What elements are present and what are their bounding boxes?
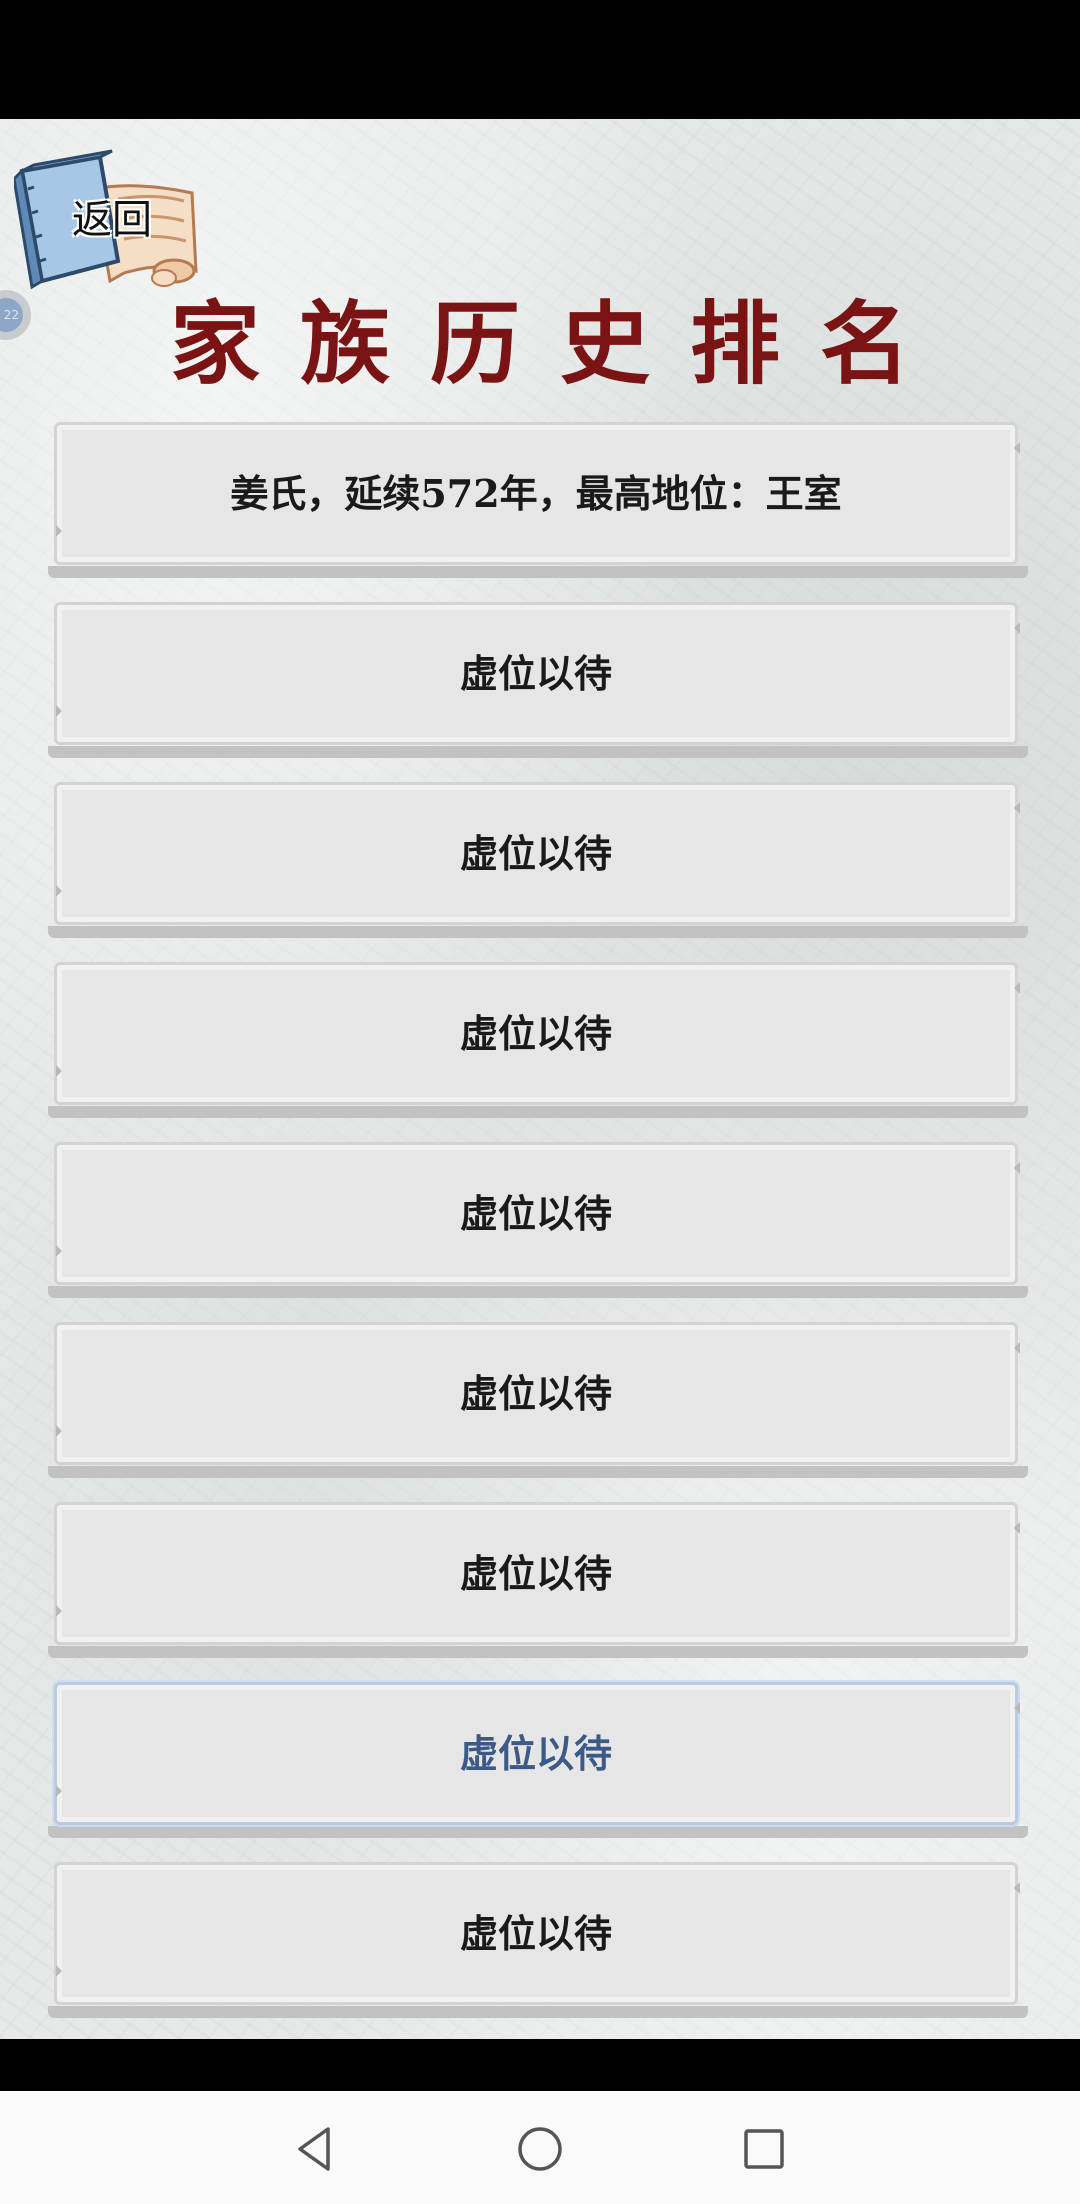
- back-label: 返回: [72, 197, 152, 243]
- ranking-item-base: [48, 1466, 1028, 1478]
- nav-home-button[interactable]: [512, 2121, 568, 2177]
- ranking-item-label: 虚位以待: [459, 1911, 612, 1956]
- nav-back-button[interactable]: [288, 2121, 344, 2177]
- ranking-item-base: [48, 1826, 1028, 1838]
- ranking-item[interactable]: 姜氏，延续572年，最高地位：王室: [48, 422, 1028, 582]
- nav-recent-button[interactable]: [736, 2121, 792, 2177]
- ranking-item-base: [48, 746, 1028, 758]
- ranking-item-label: 虚位以待: [459, 1371, 612, 1416]
- status-bar: [0, 0, 1080, 119]
- game-area: 返回 22 家族历史排名 姜氏，延续572年，最高地位：王室 虚位以待 虚位以待 虚位…: [0, 119, 1080, 2039]
- ranking-item-base: [48, 1106, 1028, 1118]
- ranking-item[interactable]: 虚位以待: [48, 1862, 1028, 2022]
- ranking-item-base: [48, 1286, 1028, 1298]
- ranking-item-label: 虚位以待: [459, 1551, 612, 1596]
- square-recent-icon: [744, 2129, 784, 2169]
- ranking-item-label: 虚位以待: [459, 1011, 612, 1056]
- page-title: 家族历史排名: [170, 291, 950, 397]
- ranking-item-base: [48, 2006, 1028, 2018]
- navigation-bar: [0, 2091, 1080, 2204]
- ranking-item-label: 虚位以待: [459, 831, 612, 876]
- back-button[interactable]: 返回: [14, 141, 204, 291]
- ranking-list: 姜氏，延续572年，最高地位：王室 虚位以待 虚位以待 虚位以待 虚位以待 虚位以待 虚位以…: [48, 422, 1028, 2039]
- ranking-item[interactable]: 虚位以待: [48, 1322, 1028, 1482]
- ranking-item-base: [48, 926, 1028, 938]
- ranking-item[interactable]: 虚位以待: [48, 1502, 1028, 1662]
- ranking-item-base: [48, 1646, 1028, 1658]
- triangle-back-icon: [298, 2127, 330, 2171]
- ranking-item-label: 虚位以待: [459, 1191, 612, 1236]
- ranking-item-label: 姜氏，延续572年，最高地位：王室: [230, 471, 842, 516]
- ranking-item[interactable]: 虚位以待: [48, 1142, 1028, 1302]
- ranking-item[interactable]: 虚位以待: [48, 782, 1028, 942]
- bottom-black-band: [0, 2039, 1080, 2091]
- ranking-item-base: [48, 566, 1028, 578]
- circle-home-icon: [518, 2127, 562, 2171]
- ranking-item[interactable]: 虚位以待: [48, 1682, 1028, 1842]
- ranking-item[interactable]: 虚位以待: [48, 602, 1028, 762]
- ranking-item-label: 虚位以待: [459, 1731, 612, 1776]
- ranking-item-label: 虚位以待: [459, 651, 612, 696]
- ranking-item[interactable]: 虚位以待: [48, 962, 1028, 1122]
